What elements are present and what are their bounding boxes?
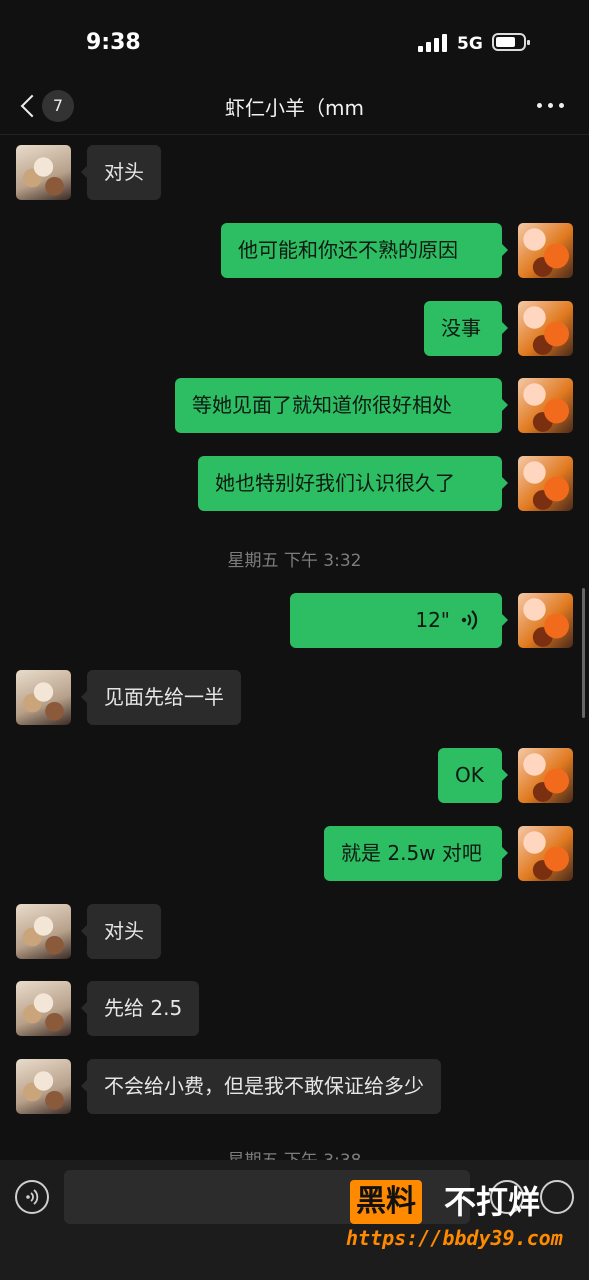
watermark: 黑料 不打烊 https://bbdy39.com	[346, 1180, 580, 1270]
message-bubble[interactable]: 见面先给一半	[81, 670, 241, 725]
battery-icon	[492, 33, 530, 51]
message-bubble[interactable]: 不会给小费，但是我不敢保证给多少	[81, 1059, 441, 1114]
more-dots-icon[interactable]	[537, 103, 565, 109]
watermark-url: https://bbdy39.com	[346, 1226, 563, 1250]
voice-input-icon[interactable]	[15, 1180, 49, 1214]
message-bubble[interactable]: OK	[438, 748, 508, 803]
self-avatar[interactable]	[518, 456, 573, 511]
timestamp: 星期五 下午 3:38	[0, 1146, 589, 1160]
scrollbar[interactable]	[582, 588, 585, 718]
self-avatar[interactable]	[518, 378, 573, 433]
status-time: 9:38	[86, 30, 141, 55]
contact-avatar[interactable]	[16, 904, 71, 959]
contact-avatar[interactable]	[16, 981, 71, 1036]
voice-duration: 12"	[415, 608, 450, 632]
chat-title: 虾仁小羊（mm	[225, 96, 364, 120]
voice-bubble[interactable]: 12"	[290, 593, 508, 648]
message-bubble[interactable]: 对头	[81, 904, 161, 959]
self-avatar[interactable]	[518, 223, 573, 278]
signal-icon	[418, 34, 448, 52]
contact-avatar[interactable]	[16, 145, 71, 200]
contact-avatar[interactable]	[16, 670, 71, 725]
self-avatar[interactable]	[518, 593, 573, 648]
chat-header: 7 虾仁小羊（mm	[0, 80, 589, 135]
message-bubble[interactable]: 就是 2.5w 对吧	[324, 826, 508, 881]
voice-wave-icon	[461, 610, 478, 630]
network-type: 5G	[457, 34, 483, 54]
self-avatar[interactable]	[518, 748, 573, 803]
timestamp: 星期五 下午 3:32	[227, 551, 362, 571]
message-bubble[interactable]: 她也特别好我们认识很久了	[198, 456, 508, 511]
self-avatar[interactable]	[518, 826, 573, 881]
watermark-brand-a: 黑料	[350, 1180, 422, 1224]
status-bar: 9:38 5G	[0, 0, 589, 88]
message-bubble[interactable]: 等她见面了就知道你很好相处	[175, 378, 508, 433]
self-avatar[interactable]	[518, 301, 573, 356]
message-bubble[interactable]: 他可能和你还不熟的原因	[221, 223, 508, 278]
message-bubble[interactable]: 先给 2.5	[80, 981, 200, 1036]
message-bubble[interactable]: 对头	[81, 145, 161, 200]
watermark-brand-b: 不打烊	[444, 1183, 541, 1221]
contact-avatar[interactable]	[16, 1059, 71, 1114]
message-bubble[interactable]: 没事	[424, 301, 508, 356]
